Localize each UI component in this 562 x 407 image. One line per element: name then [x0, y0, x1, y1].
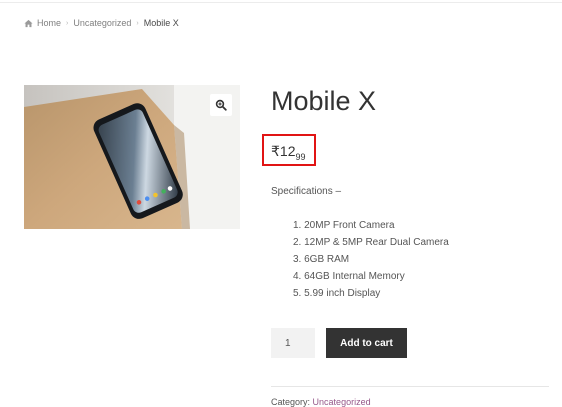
specifications-list: 1. 20MP Front Camera 2. 12MP & 5MP Rear …: [293, 217, 449, 302]
specifications-heading: Specifications –: [271, 186, 342, 197]
zoom-button[interactable]: [210, 94, 232, 116]
breadcrumb-separator: ›: [136, 19, 139, 27]
home-icon: [24, 19, 33, 27]
breadcrumb-category-link[interactable]: Uncategorized: [73, 18, 131, 28]
breadcrumb-current: Mobile X: [143, 18, 179, 28]
product-title: Mobile X: [271, 86, 377, 116]
breadcrumb-home-link[interactable]: Home: [37, 18, 61, 28]
spec-item: 3. 6GB RAM: [293, 254, 350, 265]
spec-item: 4. 64GB Internal Memory: [293, 271, 405, 282]
price-currency: ₹: [271, 143, 280, 159]
spec-item: 2. 12MP & 5MP Rear Dual Camera: [293, 237, 449, 248]
product-gallery[interactable]: [24, 85, 240, 229]
breadcrumb-separator: ›: [66, 19, 69, 27]
spec-item: 5. 5.99 inch Display: [293, 288, 381, 299]
quantity-input[interactable]: [271, 328, 315, 358]
category-link[interactable]: Uncategorized: [313, 397, 371, 407]
category-label: Category:: [271, 397, 311, 407]
product-image: [24, 85, 240, 229]
product-meta: Category: Uncategorized: [271, 397, 371, 407]
add-to-cart-button[interactable]: Add to cart: [326, 328, 407, 358]
header-divider: [0, 2, 562, 3]
zoom-in-icon: [215, 99, 227, 111]
product-price: ₹1299: [271, 143, 306, 162]
breadcrumb: Home › Uncategorized › Mobile X: [24, 17, 179, 29]
spec-item: 1. 20MP Front Camera: [293, 220, 395, 231]
product-meta-divider: [271, 386, 549, 387]
price-whole: 12: [279, 143, 296, 159]
price-cents: 99: [295, 152, 306, 162]
